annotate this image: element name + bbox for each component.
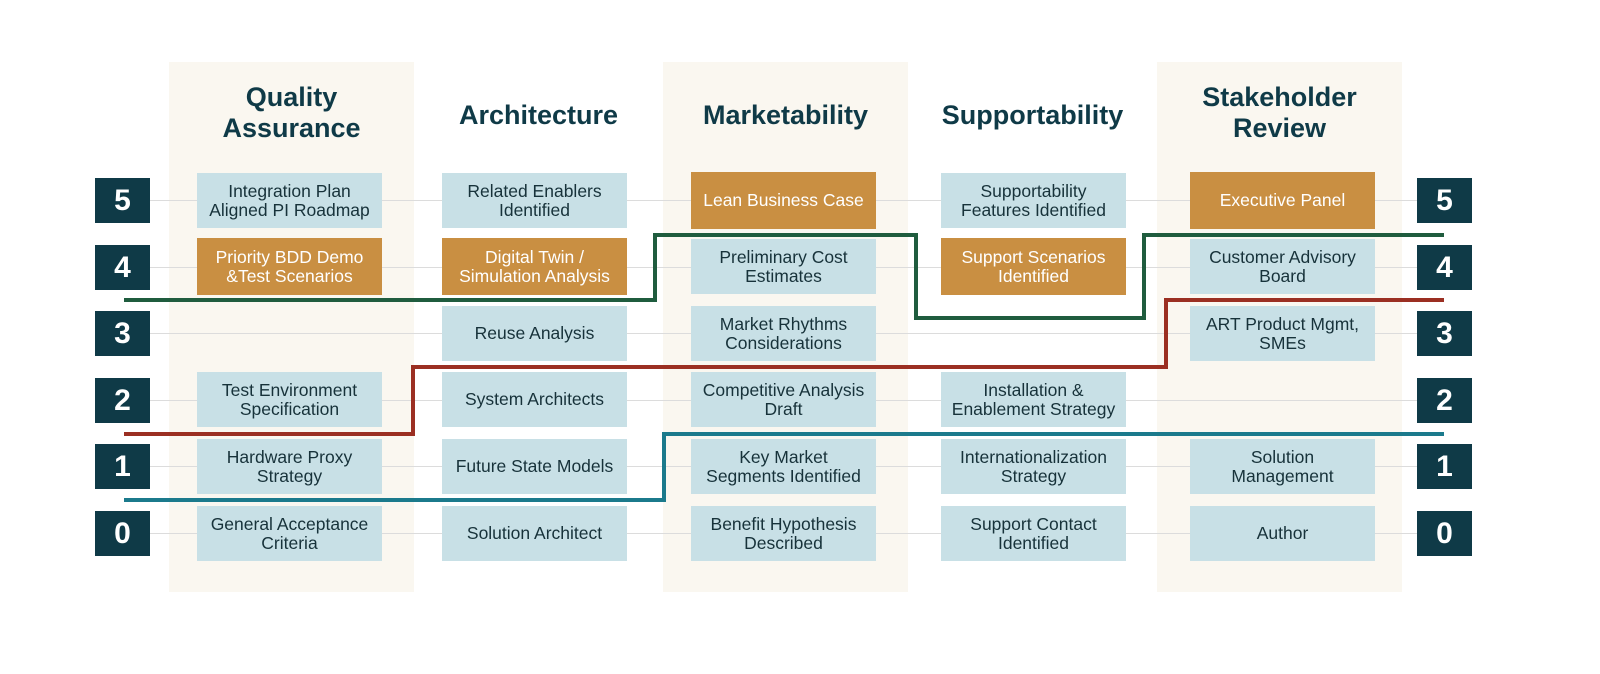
activity-label: Future State Models [455, 456, 614, 476]
activity-box: System Architects [442, 372, 627, 427]
column-title: Architecture [458, 100, 619, 130]
activity-label: System Architects [464, 389, 605, 409]
activity-box: Solution Management [1190, 439, 1375, 494]
activity-box: Author [1190, 506, 1375, 561]
left-level-badge-4: 4 [95, 245, 150, 290]
activity-label: Executive Panel [1219, 190, 1346, 210]
right-level-badge-1: 1 [1417, 444, 1472, 489]
right-level-badge-0: 0 [1417, 511, 1472, 556]
activity-label: Solution Architect [466, 523, 603, 543]
activity-box: Hardware Proxy Strategy [197, 439, 382, 494]
activity-box: Market Rhythms Considerations [691, 306, 876, 361]
activity-label: Key Market Segments Identified [706, 446, 861, 486]
column-title: Marketability [702, 100, 869, 130]
activity-box: Internationalization Strategy [941, 439, 1126, 494]
activity-label: Solution Management [1231, 446, 1334, 486]
right-level-badge-3: 3 [1417, 311, 1472, 356]
right-level-badge-4: 4 [1417, 245, 1472, 290]
activity-label: ART Product Mgmt, SMEs [1205, 313, 1359, 353]
activity-box: Preliminary Cost Estimates [691, 239, 876, 294]
activity-box: Solution Architect [442, 506, 627, 561]
activity-box: Support Contact Identified [941, 506, 1126, 561]
activity-label: Benefit Hypothesis Described [710, 513, 857, 553]
activity-box: Test Environment Specification [197, 372, 382, 427]
activity-label: Digital Twin / Simulation Analysis [459, 246, 610, 286]
activity-box: Priority BDD Demo &Test Scenarios [197, 238, 382, 295]
activity-label: Integration Plan Aligned PI Roadmap [209, 180, 370, 220]
right-level-badge-5: 5 [1417, 178, 1472, 223]
activity-box: Integration Plan Aligned PI Roadmap [197, 173, 382, 228]
activity-box: ART Product Mgmt, SMEs [1190, 306, 1375, 361]
activity-box: Support Scenarios Identified [941, 238, 1126, 295]
activity-box: Reuse Analysis [442, 306, 627, 361]
left-level-badge-1: 1 [95, 444, 150, 489]
left-level-badge-0: 0 [95, 511, 150, 556]
left-level-badge-3: 3 [95, 311, 150, 356]
activity-box: Future State Models [442, 439, 627, 494]
activity-box: Installation & Enablement Strategy [941, 372, 1126, 427]
activity-label: Hardware Proxy Strategy [226, 446, 353, 486]
activity-box: General Acceptance Criteria [197, 506, 382, 561]
activity-box: Executive Panel [1190, 172, 1375, 229]
left-level-badge-5: 5 [95, 178, 150, 223]
activity-label: Installation & Enablement Strategy [951, 379, 1116, 419]
activity-label: Support Scenarios Identified [961, 246, 1106, 286]
activity-label: Priority BDD Demo &Test Scenarios [215, 246, 364, 286]
activity-label: Competitive Analysis Draft [702, 379, 865, 419]
activity-label: Reuse Analysis [474, 323, 595, 343]
activity-label: Supportability Features Identified [961, 180, 1106, 220]
activity-label: General Acceptance Criteria [210, 513, 369, 553]
right-level-badge-2: 2 [1417, 378, 1472, 423]
column-title: Supportability [941, 100, 1124, 130]
left-level-badge-2: 2 [95, 378, 150, 423]
activity-box: Competitive Analysis Draft [691, 372, 876, 427]
activity-label: Customer Advisory Board [1209, 246, 1356, 286]
activity-label: Related Enablers Identified [467, 180, 602, 220]
column-title: Stakeholder Review [1202, 82, 1357, 143]
activity-label: Author [1256, 523, 1309, 543]
activity-label: Support Contact Identified [970, 513, 1097, 553]
activity-box: Supportability Features Identified [941, 173, 1126, 228]
activity-label: Preliminary Cost Estimates [719, 246, 848, 286]
activity-box: Lean Business Case [691, 172, 876, 229]
activity-label: Test Environment Specification [221, 379, 358, 419]
activity-label: Internationalization Strategy [960, 446, 1107, 486]
activity-label: Market Rhythms Considerations [719, 313, 848, 353]
activity-box: Digital Twin / Simulation Analysis [442, 238, 627, 295]
activity-box: Benefit Hypothesis Described [691, 506, 876, 561]
activity-box: Related Enablers Identified [442, 173, 627, 228]
activity-box: Customer Advisory Board [1190, 239, 1375, 294]
activity-label: Lean Business Case [703, 190, 864, 210]
column-title: Quality Assurance [222, 82, 361, 143]
activity-box: Key Market Segments Identified [691, 439, 876, 494]
